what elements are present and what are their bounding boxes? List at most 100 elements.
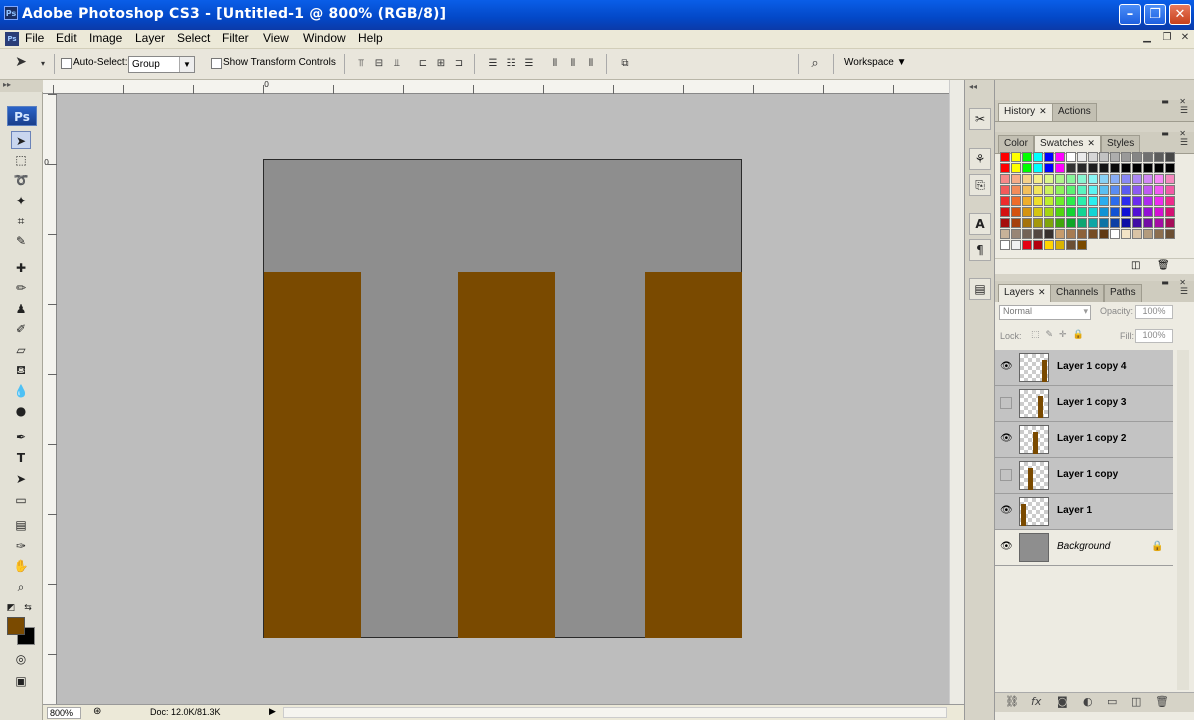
- clone-stamp-tool-icon[interactable]: ♟: [11, 300, 31, 318]
- color-swatch[interactable]: [1154, 229, 1164, 239]
- horizontal-ruler[interactable]: 0: [43, 80, 949, 94]
- color-swatch[interactable]: [1132, 163, 1142, 173]
- menu-select[interactable]: Select: [175, 31, 212, 45]
- color-swatch[interactable]: [1099, 163, 1109, 173]
- color-swatch[interactable]: [1066, 240, 1076, 250]
- screen-mode-icon[interactable]: ▣: [11, 672, 31, 690]
- panel-menu-icon[interactable]: ☰: [1180, 287, 1188, 297]
- menu-window[interactable]: Window: [301, 31, 348, 45]
- rectangle-tool-icon[interactable]: ▭: [11, 491, 31, 509]
- color-swatch[interactable]: [1011, 174, 1021, 184]
- blur-tool-icon[interactable]: 💧: [11, 382, 31, 400]
- trash-icon[interactable]: 🗑: [1155, 695, 1169, 708]
- color-swatch[interactable]: [1011, 196, 1021, 206]
- color-swatch[interactable]: [1110, 218, 1120, 228]
- color-swatch[interactable]: [1099, 229, 1109, 239]
- color-swatch[interactable]: [1154, 185, 1164, 195]
- color-swatch[interactable]: [1132, 229, 1142, 239]
- menu-file[interactable]: File: [23, 31, 46, 45]
- color-swatch[interactable]: [1033, 152, 1043, 162]
- color-swatch[interactable]: [1077, 185, 1087, 195]
- color-swatch[interactable]: [1000, 207, 1010, 217]
- color-swatch[interactable]: [1088, 207, 1098, 217]
- color-swatch[interactable]: [1066, 229, 1076, 239]
- workspace-menu[interactable]: Workspace ▼: [844, 57, 907, 68]
- color-swatch[interactable]: [1099, 185, 1109, 195]
- paragraph-icon[interactable]: ¶: [969, 239, 991, 261]
- color-swatch[interactable]: [1088, 163, 1098, 173]
- color-swatch[interactable]: [1066, 152, 1076, 162]
- menu-filter[interactable]: Filter: [220, 31, 251, 45]
- toolbox-grip[interactable]: ▸▸: [0, 80, 43, 92]
- color-swatch[interactable]: [1132, 218, 1142, 228]
- color-swatch[interactable]: [1000, 152, 1010, 162]
- color-swatch[interactable]: [1088, 196, 1098, 206]
- foreground-color-swatch[interactable]: [7, 617, 25, 635]
- canvas-area[interactable]: [57, 94, 949, 704]
- color-swatch[interactable]: [1121, 196, 1131, 206]
- panel-menu-icon[interactable]: ☰: [1180, 138, 1188, 148]
- link-layers-icon[interactable]: ⛓: [1005, 695, 1019, 708]
- color-swatch[interactable]: [1000, 218, 1010, 228]
- panel-minimize-icon[interactable]: ▬ ✕: [1161, 97, 1190, 106]
- color-swatch[interactable]: [1044, 174, 1054, 184]
- color-swatch[interactable]: [1077, 218, 1087, 228]
- color-swatch[interactable]: [1110, 185, 1120, 195]
- distribute-vcenter-icon[interactable]: ☷: [502, 57, 520, 71]
- color-swatch[interactable]: [1088, 218, 1098, 228]
- color-swatch[interactable]: [1099, 152, 1109, 162]
- color-swatch[interactable]: [1165, 218, 1175, 228]
- color-swatch[interactable]: [1044, 207, 1054, 217]
- menu-view[interactable]: View: [261, 31, 291, 45]
- blend-mode-dropdown[interactable]: Normal ▾: [999, 305, 1091, 320]
- color-swatch[interactable]: [1055, 218, 1065, 228]
- new-group-icon[interactable]: ▭: [1107, 695, 1117, 708]
- color-swatch[interactable]: [1077, 207, 1087, 217]
- tab-styles[interactable]: Styles: [1101, 135, 1141, 153]
- healing-brush-tool-icon[interactable]: ✚: [11, 259, 31, 277]
- color-swatch[interactable]: [1143, 152, 1153, 162]
- file-browser-icon[interactable]: ⌕: [806, 57, 824, 71]
- color-swatch[interactable]: [1044, 196, 1054, 206]
- color-swatch[interactable]: [1055, 152, 1065, 162]
- color-swatch[interactable]: [1033, 218, 1043, 228]
- color-swatch[interactable]: [1055, 196, 1065, 206]
- show-transform-checkbox[interactable]: [211, 58, 222, 69]
- color-swatch[interactable]: [1121, 185, 1131, 195]
- distribute-top-icon[interactable]: ☰: [484, 57, 502, 71]
- color-swatch[interactable]: [1000, 196, 1010, 206]
- color-swatch[interactable]: [1154, 207, 1164, 217]
- align-top-icon[interactable]: ⫪: [352, 57, 370, 71]
- color-swatch[interactable]: [1121, 207, 1131, 217]
- layer-row[interactable]: 👁 Layer 1: [995, 494, 1173, 530]
- color-swatch[interactable]: [1033, 163, 1043, 173]
- color-swatch[interactable]: [1143, 185, 1153, 195]
- move-tool-icon[interactable]: ➤: [11, 131, 31, 149]
- color-swatch[interactable]: [1033, 196, 1043, 206]
- color-swatch[interactable]: [1088, 152, 1098, 162]
- adjustment-layer-icon[interactable]: ◐: [1083, 695, 1093, 708]
- color-swatch[interactable]: [1011, 229, 1021, 239]
- color-swatch[interactable]: [1143, 229, 1153, 239]
- status-menu-arrow-icon[interactable]: ▶: [269, 706, 276, 717]
- lasso-tool-icon[interactable]: ➰: [11, 171, 31, 189]
- color-swatch[interactable]: [1022, 163, 1032, 173]
- color-swatch[interactable]: [1055, 174, 1065, 184]
- color-swatch[interactable]: [1000, 229, 1010, 239]
- color-swatch[interactable]: [1143, 196, 1153, 206]
- align-left-icon[interactable]: ⊏: [414, 57, 432, 71]
- color-swatch[interactable]: [1022, 218, 1032, 228]
- fill-field[interactable]: 100%: [1135, 329, 1173, 343]
- menu-layer[interactable]: Layer: [133, 31, 167, 45]
- layer-row[interactable]: 👁 Layer 1 copy 2: [995, 422, 1173, 458]
- color-swatch[interactable]: [1077, 196, 1087, 206]
- color-swatch[interactable]: [1154, 174, 1164, 184]
- tab-swatches[interactable]: Swatches ✕: [1034, 135, 1101, 153]
- chevron-down-icon[interactable]: ▾: [34, 57, 52, 71]
- align-right-icon[interactable]: ⊐: [450, 57, 468, 71]
- color-swatch[interactable]: [1044, 185, 1054, 195]
- new-layer-icon[interactable]: ◫: [1131, 695, 1141, 708]
- eraser-tool-icon[interactable]: ▱: [11, 341, 31, 359]
- color-swatch[interactable]: [1121, 163, 1131, 173]
- vertical-scrollbar[interactable]: [949, 80, 964, 704]
